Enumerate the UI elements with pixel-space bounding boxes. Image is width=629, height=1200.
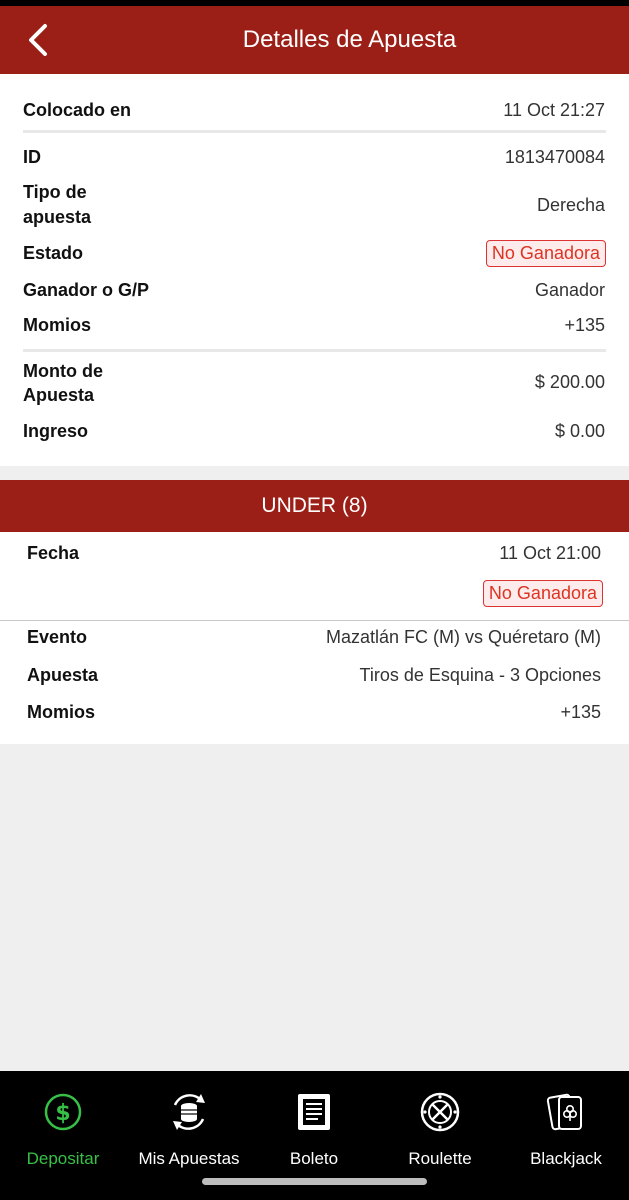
status-value: No Ganadora	[485, 240, 606, 267]
bet-type-value: Derecha	[536, 195, 605, 215]
selection-odds-value: +135	[560, 702, 601, 722]
nav-label: Blackjack	[530, 1149, 602, 1168]
income-value: $ 0.00	[554, 421, 605, 441]
selection-odds-label: Momios	[27, 702, 96, 722]
date-label: Fecha	[27, 543, 80, 563]
home-indicator[interactable]	[202, 1178, 427, 1185]
event-value: Mazatlán FC (M) vs Quéretaro (M)	[325, 627, 601, 647]
selection-card: Fecha 11 Oct 21:00 No Ganadora Evento Ma…	[0, 532, 629, 744]
dollar-circle-icon: $	[44, 1093, 82, 1131]
bet-type-label-line2: apuesta	[23, 207, 92, 227]
odds-label: Momios	[23, 315, 92, 335]
bet-summary-card: Colocado en 11 Oct 21:27 ID 1813470084 T…	[0, 74, 629, 466]
nav-label: Mis Apuestas	[138, 1149, 240, 1168]
amount-value: $ 200.00	[534, 372, 605, 392]
page-title: Detalles de Apuesta	[242, 26, 457, 53]
divider	[0, 620, 629, 621]
nav-label: Roulette	[408, 1149, 472, 1168]
event-label: Evento	[27, 627, 88, 647]
coins-cycle-icon	[173, 1094, 205, 1130]
nav-boleto[interactable]: Boleto	[251, 1091, 377, 1169]
date-value: 11 Oct 21:00	[499, 543, 601, 563]
status-badge: No Ganadora	[485, 240, 606, 267]
amount-label-line2: Apuesta	[23, 385, 95, 405]
nav-label: Depositar	[26, 1149, 100, 1168]
placed-label: Colocado en	[23, 100, 132, 120]
svg-text:$: $	[55, 1101, 70, 1126]
winner-value: Ganador	[534, 280, 605, 300]
roulette-wheel-icon	[420, 1092, 460, 1132]
app-header: Detalles de Apuesta	[0, 6, 629, 74]
income-label: Ingreso	[23, 421, 89, 441]
bet-type-label-line1: Tipo de	[23, 182, 87, 202]
winner-label: Ganador o G/P	[23, 280, 150, 300]
status-badge: No Ganadora	[482, 580, 603, 607]
divider	[23, 349, 606, 352]
odds-value: +135	[564, 315, 605, 335]
nav-roulette[interactable]: Roulette	[377, 1091, 503, 1169]
bet-value: Tiros de Esquina - 3 Opciones	[359, 665, 601, 685]
nav-label: Boleto	[289, 1149, 339, 1168]
placed-value: 11 Oct 21:27	[503, 100, 605, 120]
bet-label: Apuesta	[27, 665, 99, 685]
selection-status-value: No Ganadora	[482, 580, 603, 607]
selection-header: UNDER (8)	[0, 480, 629, 532]
nav-depositar[interactable]: $ Depositar	[0, 1091, 126, 1169]
status-label: Estado	[23, 243, 84, 263]
amount-label-line1: Monto de	[23, 361, 103, 381]
cards-icon	[546, 1093, 582, 1131]
nav-mis-apuestas[interactable]: Mis Apuestas	[126, 1091, 252, 1169]
id-label: ID	[23, 147, 41, 167]
nav-blackjack[interactable]: Blackjack	[503, 1091, 629, 1169]
id-value: 1813470084	[504, 147, 605, 167]
ticket-icon	[298, 1094, 330, 1130]
divider	[23, 130, 606, 133]
